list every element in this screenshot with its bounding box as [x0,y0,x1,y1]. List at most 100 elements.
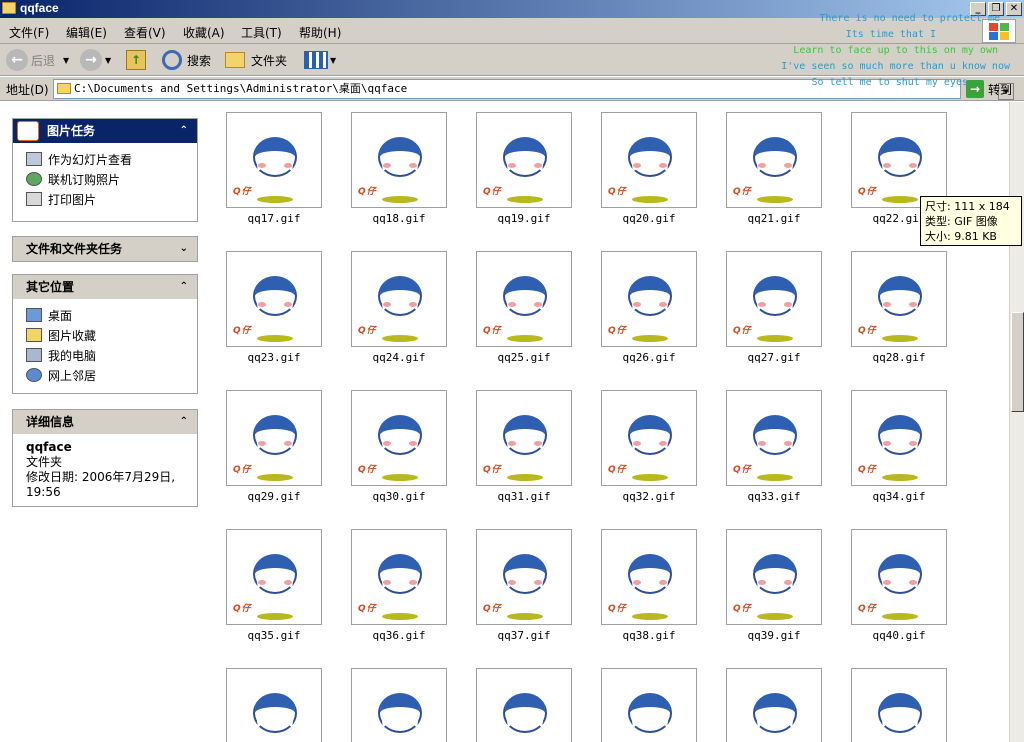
chevron-down-icon[interactable]: ⌄ [180,237,188,261]
file-name[interactable]: qq28.gif [851,351,947,364]
thumbnail[interactable]: Q仔 [726,251,822,347]
scrollbar-thumb[interactable] [1011,312,1024,412]
details-body: qqface 文件夹 修改日期: 2006年7月29日, 19:56 [13,434,197,506]
file-name[interactable]: qq33.gif [726,490,822,503]
thumbnail[interactable]: Q仔 [851,112,947,208]
menu-help[interactable]: 帮助(H) [299,24,341,41]
file-name[interactable]: qq35.gif [226,629,322,642]
watermark: Q仔 [483,326,502,336]
chevron-up-icon[interactable]: ⌃ [180,119,188,143]
thumbnail[interactable]: Q仔 [226,529,322,625]
folders-button[interactable]: 文件夹 [225,48,287,72]
menu-file[interactable]: 文件(F) [9,24,49,41]
thumbnail[interactable] [851,668,947,742]
thumbnail[interactable]: Q仔 [476,251,572,347]
file-tasks-header[interactable]: 文件和文件夹任务 ⌄ [13,237,197,261]
qq-face-image [503,693,547,733]
thumbnail[interactable] [226,668,322,742]
close-button[interactable]: ✕ [1006,2,1022,16]
thumbnail[interactable] [726,668,822,742]
thumbnail[interactable]: Q仔 [851,529,947,625]
blush-mark [383,163,391,168]
menu-edit[interactable]: 编辑(E) [66,24,107,41]
task-order-prints[interactable]: 联机订购照片 [26,169,189,189]
thumbnail[interactable]: Q仔 [726,390,822,486]
up-folder-button[interactable]: ↑ [126,48,146,72]
thumbnail[interactable]: Q仔 [226,390,322,486]
task-print[interactable]: 打印图片 [26,189,189,209]
file-name[interactable]: qq34.gif [851,490,947,503]
feet-mark [882,335,918,342]
thumbnail[interactable] [476,668,572,742]
thumbnail[interactable]: Q仔 [851,251,947,347]
feet-mark [382,474,418,481]
file-name[interactable]: qq39.gif [726,629,822,642]
thumbnail[interactable]: Q仔 [226,251,322,347]
place-my-pictures[interactable]: 图片收藏 [26,325,189,345]
chevron-up-icon[interactable]: ⌃ [180,275,188,299]
blush-mark [284,580,292,585]
thumbnail[interactable]: Q仔 [601,112,697,208]
file-name[interactable]: qq18.gif [351,212,447,225]
file-name[interactable]: qq17.gif [226,212,322,225]
thumbnail[interactable]: Q仔 [226,112,322,208]
search-button[interactable]: 搜索 [162,48,211,72]
thumbnail[interactable]: Q仔 [601,390,697,486]
file-name[interactable]: qq38.gif [601,629,697,642]
menu-favorites[interactable]: 收藏(A) [183,24,225,41]
file-name[interactable]: qq32.gif [601,490,697,503]
thumbnail[interactable]: Q仔 [726,529,822,625]
file-name[interactable]: qq27.gif [726,351,822,364]
file-name[interactable]: qq31.gif [476,490,572,503]
menu-view[interactable]: 查看(V) [124,24,166,41]
details-header[interactable]: 详细信息 ⌃ [13,410,197,434]
file-name[interactable]: qq26.gif [601,351,697,364]
file-name[interactable]: qq24.gif [351,351,447,364]
views-button[interactable]: ▼ [304,48,336,72]
file-name[interactable]: qq25.gif [476,351,572,364]
thumbnail[interactable]: Q仔 [476,112,572,208]
thumbnail[interactable]: Q仔 [601,529,697,625]
picture-tasks-header[interactable]: 图片任务 ⌃ [13,119,197,143]
place-my-computer[interactable]: 我的电脑 [26,345,189,365]
thumbnail[interactable]: Q仔 [351,251,447,347]
thumbnail[interactable]: Q仔 [851,390,947,486]
thumbnail[interactable] [601,668,697,742]
file-name[interactable]: qq29.gif [226,490,322,503]
file-name[interactable]: qq20.gif [601,212,697,225]
minimize-button[interactable]: _ [970,2,986,16]
thumbnail[interactable]: Q仔 [351,529,447,625]
thumbnail[interactable] [351,668,447,742]
file-name[interactable]: qq37.gif [476,629,572,642]
address-path: C:\Documents and Settings\Administrator\… [74,82,408,95]
file-name[interactable]: qq30.gif [351,490,447,503]
other-places-header[interactable]: 其它位置 ⌃ [13,275,197,299]
go-button[interactable]: → 转到 [966,79,1012,99]
file-name[interactable]: qq19.gif [476,212,572,225]
file-name[interactable]: qq40.gif [851,629,947,642]
address-input[interactable]: C:\Documents and Settings\Administrator\… [53,79,1014,100]
thumbnail[interactable]: Q仔 [351,112,447,208]
back-button[interactable]: ← 后退 ▼ [6,48,69,72]
file-name[interactable]: qq23.gif [226,351,322,364]
file-name[interactable]: qq21.gif [726,212,822,225]
thumbnail[interactable]: Q仔 [351,390,447,486]
chevron-up-icon[interactable]: ⌃ [180,410,188,434]
thumbnail[interactable]: Q仔 [601,251,697,347]
folder-icon [2,2,16,14]
blush-mark [758,580,766,585]
file-name[interactable]: qq36.gif [351,629,447,642]
thumbnail[interactable]: Q仔 [726,112,822,208]
place-desktop[interactable]: 桌面 [26,305,189,325]
forward-button[interactable]: → ▼ [80,48,111,72]
thumbnail[interactable]: Q仔 [476,390,572,486]
picture-tasks-list: 作为幻灯片查看 联机订购照片 打印图片 [13,143,197,215]
feet-mark [382,196,418,203]
printer-icon [26,192,42,206]
maximize-button[interactable]: ❐ [988,2,1004,16]
place-network[interactable]: 网上邻居 [26,365,189,385]
menu-tools[interactable]: 工具(T) [241,24,282,41]
task-slideshow[interactable]: 作为幻灯片查看 [26,149,189,169]
watermark: Q仔 [733,465,752,475]
thumbnail[interactable]: Q仔 [476,529,572,625]
